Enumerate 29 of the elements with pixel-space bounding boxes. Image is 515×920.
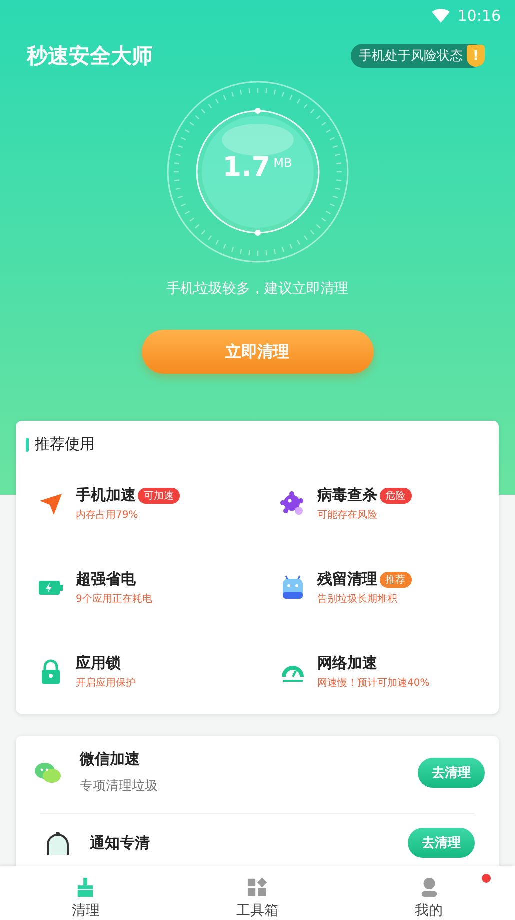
app-title: 秒速安全大师 (27, 43, 153, 70)
status-time: 10:16 (458, 7, 501, 25)
warning-shield-icon: ! (467, 45, 485, 67)
tool-subtitle: 专项清理垃圾 (80, 778, 159, 795)
tool-title: 微信加速 (80, 750, 141, 769)
feature-tile[interactable]: 应用锁 开启应用保护 (16, 654, 258, 690)
feature-tile[interactable]: 超强省电 9个应用正在耗电 (16, 570, 258, 606)
tool-title: 通知专清 (90, 834, 151, 852)
junk-size-unit: MB (274, 156, 292, 170)
virus-icon[interactable] (280, 491, 306, 517)
feature-badge: 危险 (380, 488, 412, 504)
feature-badge: 可加速 (138, 488, 180, 504)
nav-tab[interactable]: 我的 (343, 866, 515, 920)
feature-tile[interactable]: 网络加速 网速慢！预计可加速40% (258, 654, 499, 690)
feature-tile[interactable]: 残留清理 推荐 告别垃圾长期堆积 (258, 570, 499, 606)
chat-bubbles-icon (34, 760, 62, 784)
apps-grid-icon (247, 877, 268, 898)
heading-accent-bar (26, 438, 29, 452)
paper-plane-icon[interactable] (38, 491, 64, 517)
feature-tile[interactable]: 手机加速 可加速 内存占用79% (16, 486, 258, 522)
feature-badge: 推荐 (380, 572, 412, 588)
junk-size-value: 1.7 (222, 152, 271, 183)
section-title: 推荐使用 (35, 435, 95, 454)
nav-tab[interactable]: 清理 (0, 866, 172, 920)
bell-icon (44, 831, 72, 855)
nav-tab[interactable]: 工具箱 (172, 866, 344, 920)
wifi-icon (432, 9, 450, 23)
feature-tile[interactable]: 病毒查杀 危险 可能存在风险 (258, 486, 499, 522)
cleanup-hint: 手机垃圾较多，建议立即清理 (166, 280, 348, 298)
